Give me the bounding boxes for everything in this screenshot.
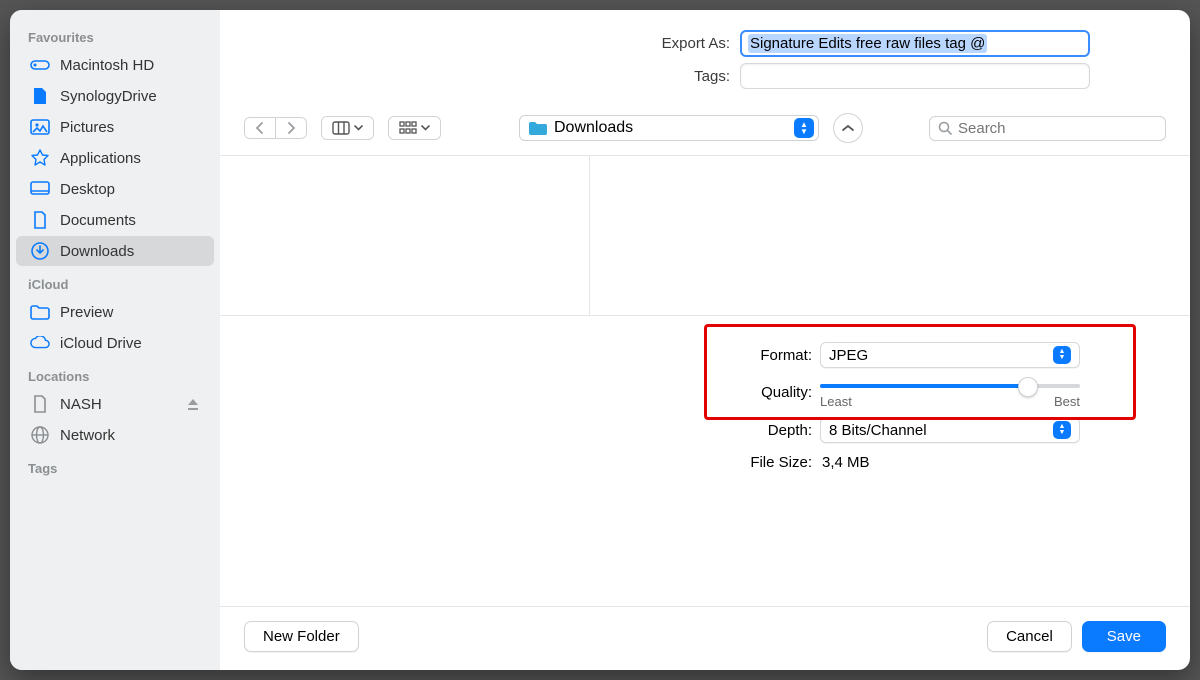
disk-icon — [30, 56, 50, 74]
cloud-icon — [30, 334, 50, 352]
save-button[interactable]: Save — [1082, 621, 1166, 652]
sidebar-item-documents[interactable]: Documents — [16, 205, 214, 235]
volume-icon — [30, 395, 50, 413]
new-folder-button[interactable]: New Folder — [244, 621, 359, 652]
quality-slider[interactable]: Least Best — [820, 376, 1080, 409]
file-column-1[interactable] — [220, 156, 590, 315]
tags-input[interactable] — [740, 63, 1090, 89]
downloads-icon — [30, 242, 50, 260]
search-input[interactable] — [958, 120, 1157, 137]
quality-best-label: Best — [1054, 394, 1080, 409]
toolbar: Downloads ▲▼ — [220, 105, 1190, 156]
quality-least-label: Least — [820, 394, 852, 409]
file-browser[interactable] — [220, 156, 1190, 316]
slider-knob[interactable] — [1018, 377, 1038, 397]
sidebar-item-applications[interactable]: Applications — [16, 143, 214, 173]
filesize-value: 3,4 MB — [820, 451, 1080, 474]
sidebar-item-synologydrive[interactable]: SynologyDrive — [16, 81, 214, 111]
pictures-icon — [30, 118, 50, 136]
sidebar-item-label: SynologyDrive — [60, 88, 157, 105]
depth-label: Depth: — [220, 422, 820, 439]
search-field[interactable] — [929, 116, 1166, 141]
sidebar-item-label: Documents — [60, 212, 136, 229]
sidebar-item-label: Applications — [60, 150, 141, 167]
sidebar-item-label: NASH — [60, 396, 102, 413]
sidebar-head-favourites: Favourites — [10, 24, 220, 49]
eject-icon[interactable] — [186, 397, 200, 411]
slider-fill — [820, 384, 1023, 388]
sidebar-item-label: Desktop — [60, 181, 115, 198]
sidebar-item-icloud-drive[interactable]: iCloud Drive — [16, 328, 214, 358]
export-as-label: Export As: — [220, 35, 740, 52]
filesize-label: File Size: — [220, 454, 820, 471]
location-name: Downloads — [554, 119, 794, 137]
export-options: Format: JPEG ▲▼ Quality: Least Best Dept… — [220, 316, 1190, 606]
slider-track — [820, 384, 1080, 388]
back-button[interactable] — [245, 118, 275, 138]
footer: New Folder Cancel Save — [220, 606, 1190, 670]
folder-icon — [30, 303, 50, 321]
export-dialog: Favourites Macintosh HD SynologyDrive Pi… — [10, 10, 1190, 670]
main-panel: Export As: Signature Edits free raw file… — [220, 10, 1190, 670]
view-mode-button[interactable] — [321, 116, 374, 140]
sidebar-item-label: Network — [60, 427, 115, 444]
quality-label: Quality: — [220, 384, 820, 401]
sidebar-item-network[interactable]: Network — [16, 420, 214, 450]
cancel-button[interactable]: Cancel — [987, 621, 1072, 652]
sidebar-item-label: Preview — [60, 304, 113, 321]
sidebar-item-label: Macintosh HD — [60, 57, 154, 74]
network-icon — [30, 426, 50, 444]
sidebar-head-tags: Tags — [10, 455, 220, 480]
export-as-input[interactable]: Signature Edits free raw files tag @ — [740, 30, 1090, 57]
stepper-icon: ▲▼ — [1053, 421, 1071, 439]
file-column-2[interactable] — [590, 156, 1190, 315]
depth-select[interactable]: 8 Bits/Channel ▲▼ — [820, 417, 1080, 443]
location-popup[interactable]: Downloads ▲▼ — [519, 115, 819, 141]
top-form: Export As: Signature Edits free raw file… — [220, 10, 1190, 105]
chevron-down-icon — [354, 125, 363, 131]
sidebar-item-downloads[interactable]: Downloads — [16, 236, 214, 266]
sidebar-item-nash[interactable]: NASH — [16, 389, 214, 419]
tags-label: Tags: — [220, 68, 740, 85]
grid-icon — [399, 121, 417, 135]
group-by-button[interactable] — [388, 116, 441, 140]
sidebar-item-label: iCloud Drive — [60, 335, 142, 352]
desktop-icon — [30, 180, 50, 198]
nav-buttons — [244, 117, 307, 139]
sidebar-item-preview[interactable]: Preview — [16, 297, 214, 327]
sidebar-item-label: Downloads — [60, 243, 134, 260]
sidebar-item-pictures[interactable]: Pictures — [16, 112, 214, 142]
depth-value: 8 Bits/Channel — [829, 422, 927, 439]
stepper-icon: ▲▼ — [1053, 346, 1071, 364]
stepper-icon: ▲▼ — [794, 118, 814, 138]
applications-icon — [30, 149, 50, 167]
export-as-value: Signature Edits free raw files tag @ — [748, 34, 987, 53]
collapse-button[interactable] — [833, 113, 863, 143]
folder-icon — [528, 121, 548, 136]
sidebar-item-desktop[interactable]: Desktop — [16, 174, 214, 204]
search-icon — [938, 121, 952, 135]
chevron-up-icon — [842, 124, 854, 132]
file-icon — [30, 87, 50, 105]
format-select[interactable]: JPEG ▲▼ — [820, 342, 1080, 368]
documents-icon — [30, 211, 50, 229]
sidebar-item-macintosh-hd[interactable]: Macintosh HD — [16, 50, 214, 80]
sidebar: Favourites Macintosh HD SynologyDrive Pi… — [10, 10, 220, 670]
sidebar-head-locations: Locations — [10, 363, 220, 388]
sidebar-item-label: Pictures — [60, 119, 114, 136]
format-value: JPEG — [829, 347, 868, 364]
forward-button[interactable] — [275, 118, 306, 138]
chevron-down-icon — [421, 125, 430, 131]
columns-icon — [332, 121, 350, 135]
format-label: Format: — [220, 347, 820, 364]
sidebar-head-icloud: iCloud — [10, 271, 220, 296]
